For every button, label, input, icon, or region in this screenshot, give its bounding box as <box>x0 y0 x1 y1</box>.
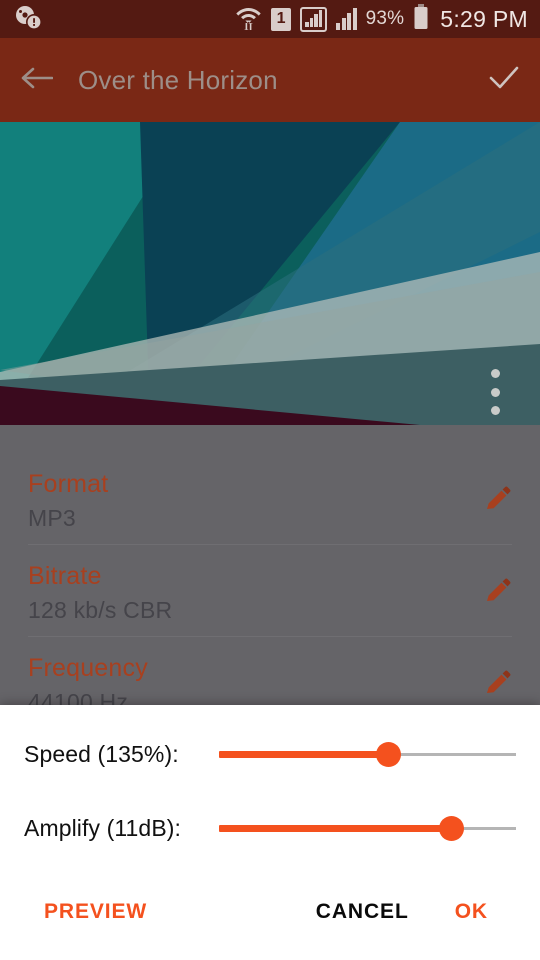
edit-frequency-button[interactable] <box>478 667 516 705</box>
clock-label: 5:29 PM <box>440 5 528 32</box>
pencil-icon <box>482 485 512 520</box>
property-label: Bitrate <box>28 562 102 590</box>
list-item[interactable]: Bitrate 128 kb/s CBR <box>28 545 512 637</box>
edit-format-button[interactable] <box>478 483 516 521</box>
phone-screen: 1 93% 5:29 PM Over the Horizon Format MP… <box>0 0 540 960</box>
album-art-graphic <box>0 122 540 425</box>
cancel-button[interactable]: CANCEL <box>304 890 421 934</box>
ok-button[interactable]: OK <box>443 890 500 934</box>
overflow-menu-button[interactable] <box>478 366 512 418</box>
property-list: Format MP3 Bitrate 128 kb/s CBR Frequenc… <box>0 425 540 729</box>
speed-slider-fill <box>219 751 389 758</box>
property-value: MP3 <box>28 505 76 531</box>
status-bar: 1 93% 5:29 PM <box>0 0 540 38</box>
page-title: Over the Horizon <box>78 64 278 95</box>
amplify-slider-label: Amplify (11dB): <box>24 814 182 841</box>
list-item[interactable]: Format MP3 <box>28 453 512 545</box>
amplify-slider-row: Amplify (11dB): <box>0 793 540 863</box>
pencil-icon <box>482 577 512 612</box>
property-value: 128 kb/s CBR <box>28 597 173 623</box>
signal-bars-icon <box>336 8 357 30</box>
more-vert-icon-dot <box>490 369 500 378</box>
sim-indicator-icon: 1 <box>271 7 292 31</box>
signal-bars-boxed-icon <box>300 6 328 32</box>
property-label: Format <box>28 470 109 498</box>
amplify-slider-thumb[interactable] <box>438 816 464 841</box>
effects-dialog: Speed (135%): Amplify (11dB): PREVIEW CA… <box>0 705 540 960</box>
speed-slider[interactable] <box>219 734 516 774</box>
battery-icon <box>413 3 429 35</box>
album-art[interactable] <box>0 122 540 425</box>
app-toolbar: Over the Horizon <box>0 38 540 122</box>
confirm-button[interactable] <box>468 38 540 122</box>
status-bar-notifications <box>14 4 44 35</box>
pencil-icon <box>482 669 512 704</box>
wifi-transfer-icon <box>235 3 262 35</box>
more-vert-icon-dot <box>490 387 500 397</box>
speed-slider-label: Speed (135%): <box>24 740 179 767</box>
speed-slider-row: Speed (135%): <box>0 719 540 789</box>
battery-percent-label: 93% <box>365 8 405 29</box>
arrow-back-icon <box>19 63 54 98</box>
status-bar-indicators: 1 93% 5:29 PM <box>235 3 528 35</box>
amplify-slider[interactable] <box>219 808 516 848</box>
back-button[interactable] <box>0 38 72 122</box>
disc-alert-icon <box>14 4 44 35</box>
check-icon <box>487 63 521 98</box>
preview-button[interactable]: PREVIEW <box>32 890 159 934</box>
dialog-button-bar: PREVIEW CANCEL OK <box>0 864 540 960</box>
speed-slider-thumb[interactable] <box>376 742 402 767</box>
amplify-slider-fill <box>219 825 451 832</box>
property-label: Frequency <box>28 654 148 682</box>
more-vert-icon-dot <box>490 406 500 415</box>
edit-bitrate-button[interactable] <box>478 575 516 613</box>
